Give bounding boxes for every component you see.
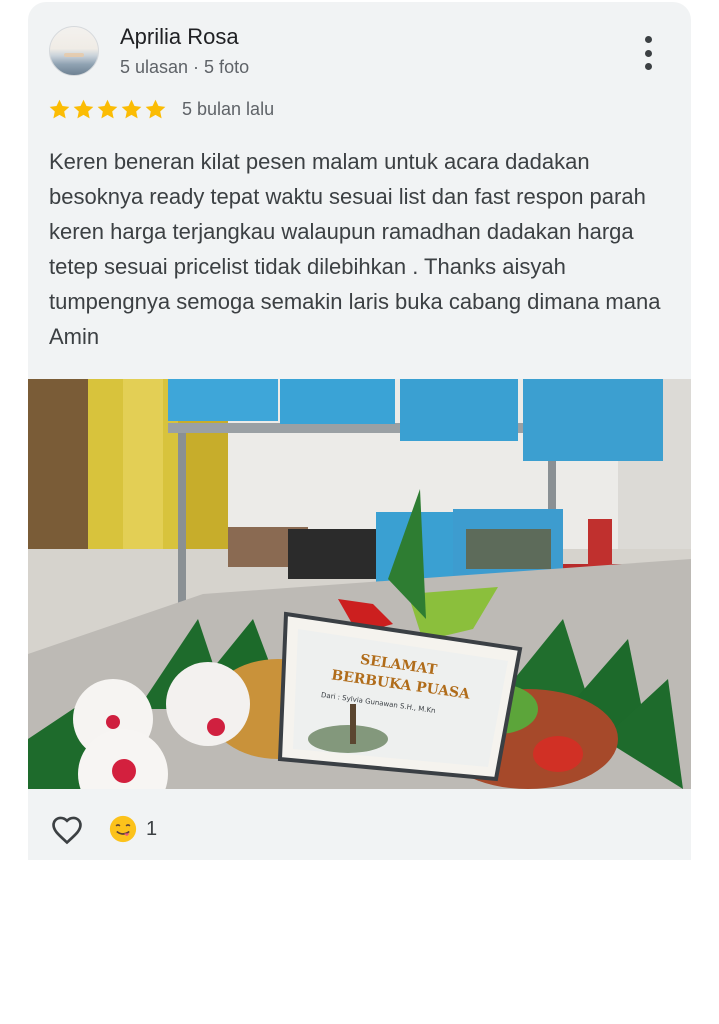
- reaction-count: 1: [146, 817, 158, 840]
- star-icon: [145, 99, 166, 119]
- heart-outline-icon[interactable]: [48, 810, 86, 848]
- author-name[interactable]: Aprilia Rosa: [120, 24, 239, 50]
- review-actions: 1: [48, 810, 157, 848]
- review-text: Keren beneran kilat pesen malam untuk ac…: [49, 149, 661, 349]
- author-avatar[interactable]: [49, 26, 99, 76]
- star-icon: [97, 99, 118, 119]
- yum-emoji-icon[interactable]: [108, 814, 138, 844]
- author-meta: 5 ulasan · 5 foto: [120, 57, 250, 77]
- review-photo[interactable]: SELAMAT BERBUKA PUASA Dari : Sylvia Guna…: [28, 379, 691, 789]
- star-icon: [73, 99, 94, 119]
- more-vert-icon[interactable]: [636, 36, 660, 70]
- star-icon: [49, 99, 70, 119]
- review-time: 5 bulan lalu: [182, 99, 275, 119]
- star-rating: [48, 98, 167, 121]
- review-card: Aprilia Rosa 5 ulasan · 5 foto 5 bulan l…: [28, 2, 691, 860]
- star-icon: [121, 99, 142, 119]
